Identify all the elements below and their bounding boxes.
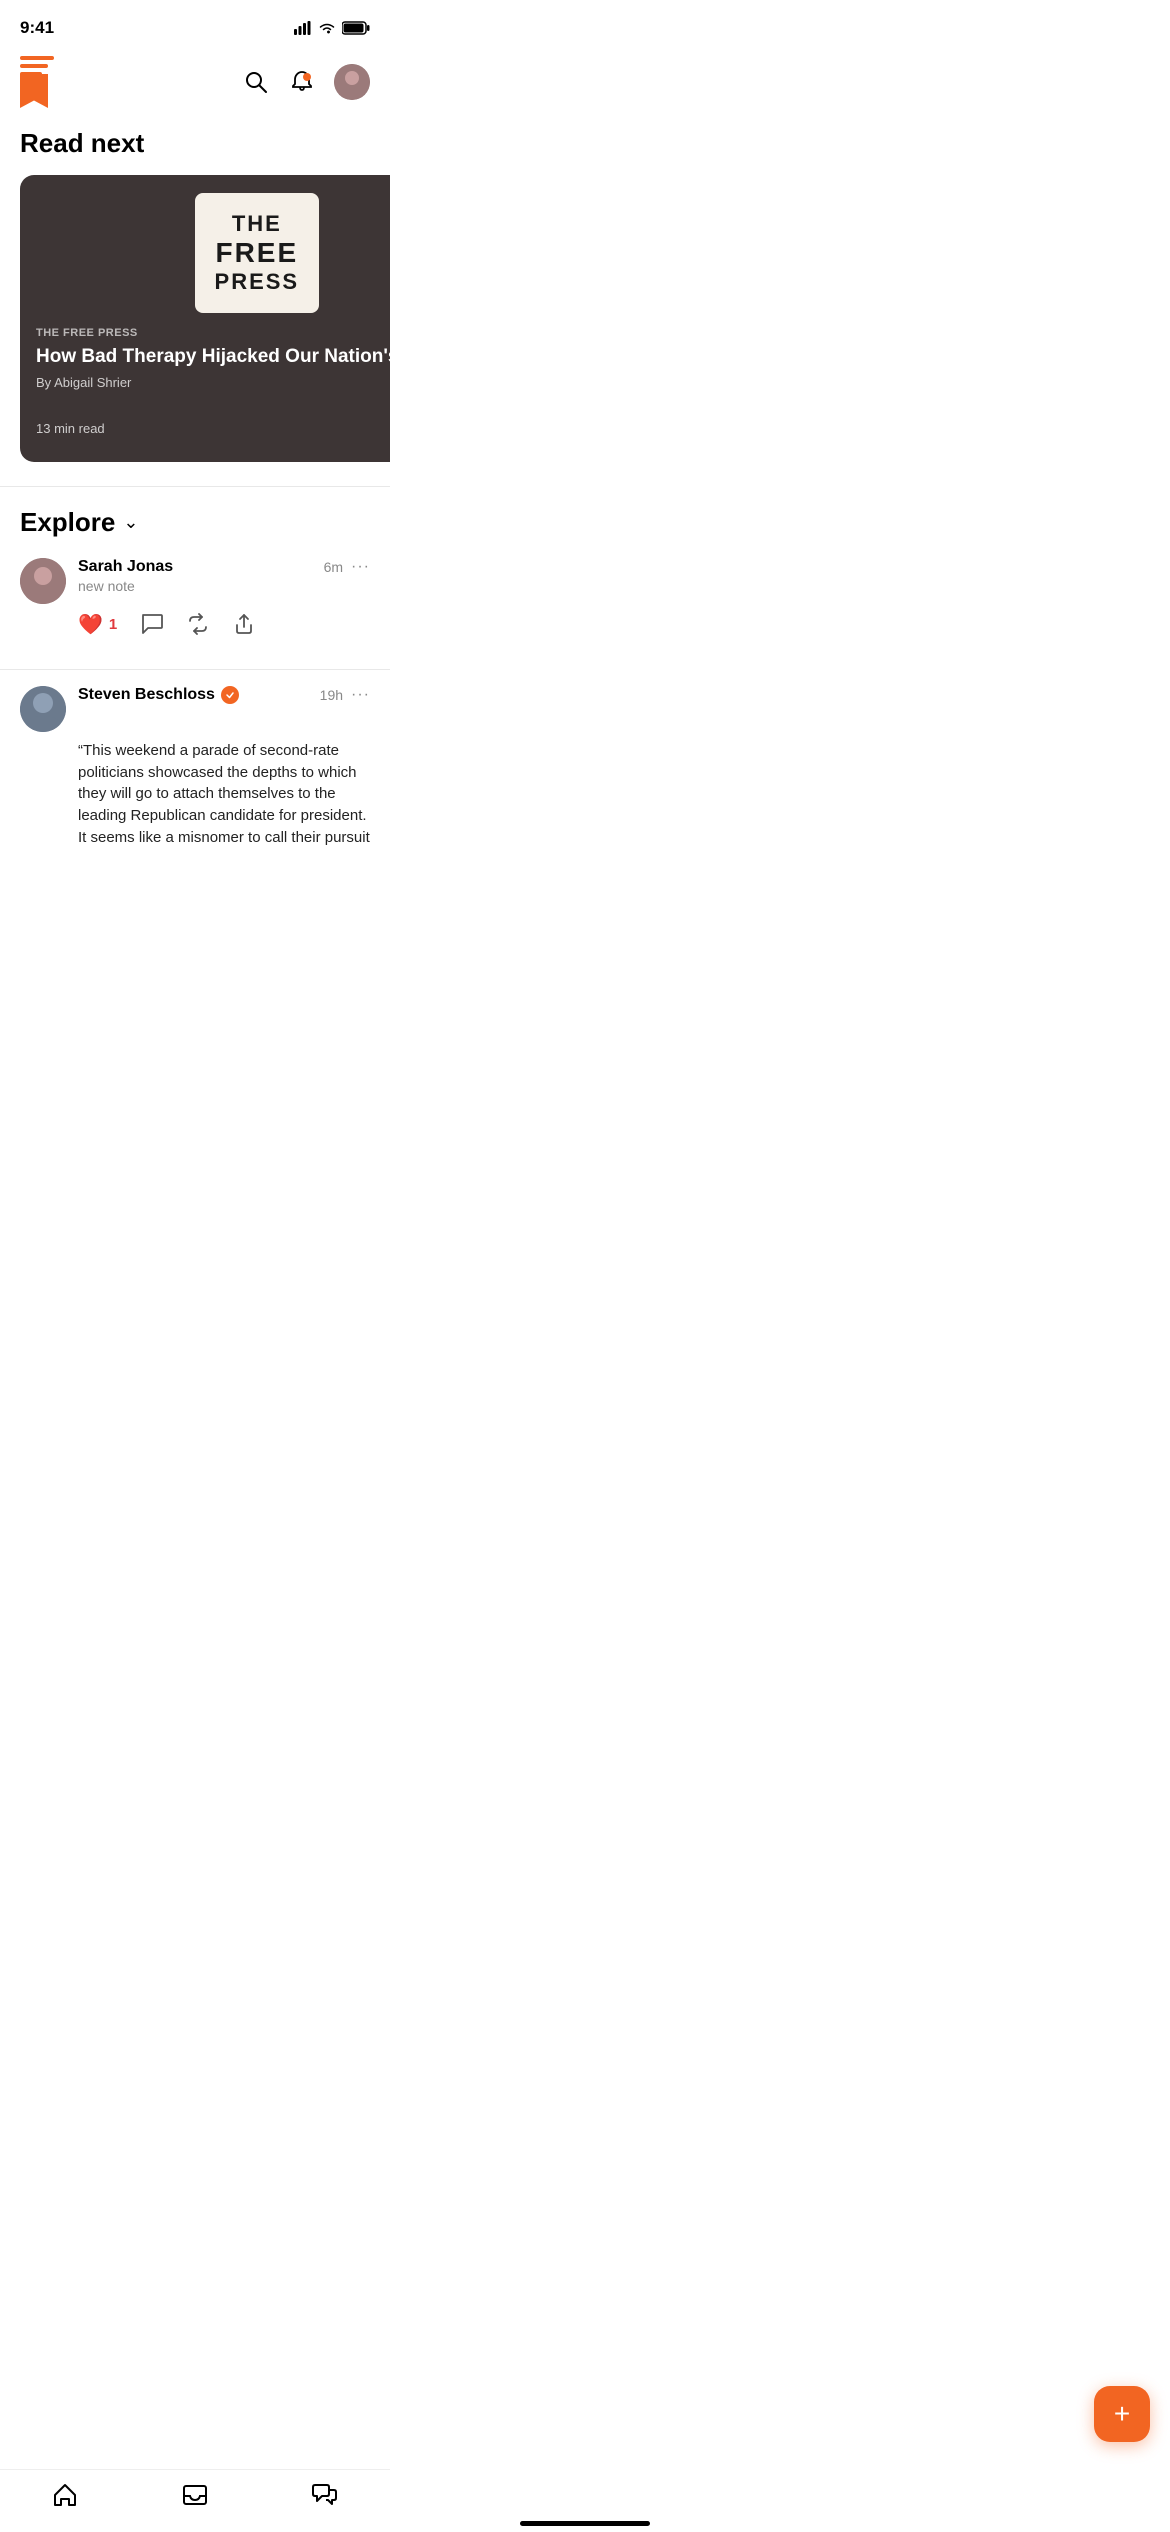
logo-lines [20,56,54,76]
comment-icon [141,613,163,635]
explore-dropdown-button[interactable]: ⌄ [123,512,138,533]
post-item-sarah-jonas: Sarah Jonas 6m ··· new note ❤️ 1 [0,558,390,653]
user-avatar[interactable] [334,64,370,100]
status-icons [294,21,370,35]
post-name-steven[interactable]: Steven Beschloss [78,686,215,704]
post-subtitle-sarah: new note [78,578,370,594]
post-content-steven: “This weekend a parade of second-rate po… [20,740,370,849]
status-bar: 9:41 [0,0,390,50]
sarah-avatar-image [20,558,66,604]
post-name-sarah[interactable]: Sarah Jonas [78,558,173,576]
checkmark-icon [225,690,235,700]
card-meta: THE FREE PRESS How Bad Therapy Hijacked … [20,327,390,412]
explore-title: Explore [20,507,115,538]
notifications-button[interactable] [288,68,316,96]
card-footer: 13 min read ••• [20,412,390,462]
post-header-info-sarah: Sarah Jonas 6m ··· new note [78,558,370,594]
battery-icon [342,21,370,35]
post-time-more-steven: 19h ··· [320,686,370,704]
post-name-group-sarah: Sarah Jonas [78,558,173,576]
nav-home[interactable] [52,2482,78,2508]
share-icon [233,613,255,635]
article-card-free-press[interactable]: THE FREE PRESS THE FREE PRESS How Bad Th… [20,175,390,462]
card-image-area: THE FREE PRESS [20,175,390,327]
comment-button-sarah[interactable] [141,613,163,635]
share-button-sarah[interactable] [233,613,255,635]
nav-chat[interactable] [312,2482,338,2508]
home-icon [52,2482,78,2508]
card-source: THE FREE PRESS [36,327,390,339]
logo[interactable] [20,56,54,108]
repost-icon [187,613,209,635]
signal-icon [294,21,312,35]
top-nav [0,50,390,120]
inbox-icon [182,2482,208,2508]
post-actions-sarah: ❤️ 1 [20,612,370,637]
explore-header: Explore ⌄ [0,507,390,558]
create-button[interactable]: + [1094,2386,1150,2442]
card-author: By Abigail Shrier [36,375,390,390]
post-name-group-steven: Steven Beschloss [78,686,239,704]
post-name-row-sarah: Sarah Jonas 6m ··· [78,558,370,576]
nav-right [242,64,370,100]
post-item-steven: Steven Beschloss 19h ··· “This weekend a… [0,686,390,877]
plus-icon: + [1114,2398,1130,2430]
post-avatar-steven[interactable] [20,686,66,732]
repost-button-sarah[interactable] [187,613,209,635]
post-time-steven: 19h [320,687,343,703]
post-header: Sarah Jonas 6m ··· new note [20,558,370,604]
like-count-sarah: 1 [109,616,117,633]
free-press-logo: THE FREE PRESS [195,193,320,313]
post-header-info-steven: Steven Beschloss 19h ··· [78,686,370,704]
logo-bookmark [20,74,48,108]
nav-inbox[interactable] [182,2482,208,2508]
verified-badge-steven [221,686,239,704]
wifi-icon [318,21,336,35]
avatar-image [334,64,370,100]
post-avatar-sarah[interactable] [20,558,66,604]
post-time-sarah: 6m [324,559,343,575]
status-time: 9:41 [20,18,54,38]
home-indicator [520,2521,650,2526]
bottom-nav [0,2469,390,2532]
read-next-header: Read next [0,120,390,175]
notifications-icon [290,70,314,94]
heart-icon: ❤️ [78,612,103,637]
post-time-more-sarah: 6m ··· [324,558,370,576]
search-button[interactable] [242,68,270,96]
post-name-row-steven: Steven Beschloss 19h ··· [78,686,370,704]
search-icon [244,70,268,94]
card-read-time: 13 min read [36,421,105,436]
post-more-steven[interactable]: ··· [351,686,370,704]
cards-carousel: THE FREE PRESS THE FREE PRESS How Bad Th… [0,175,390,486]
post-more-sarah[interactable]: ··· [351,558,370,576]
section-divider [0,486,390,487]
chat-icon [312,2482,338,2508]
steven-avatar-image [20,686,66,732]
like-button-sarah[interactable]: ❤️ 1 [78,612,117,637]
post-header-steven: Steven Beschloss 19h ··· [20,686,370,732]
card-title: How Bad Therapy Hijacked Our Nation's Sc… [36,345,390,369]
post-divider [0,669,390,670]
